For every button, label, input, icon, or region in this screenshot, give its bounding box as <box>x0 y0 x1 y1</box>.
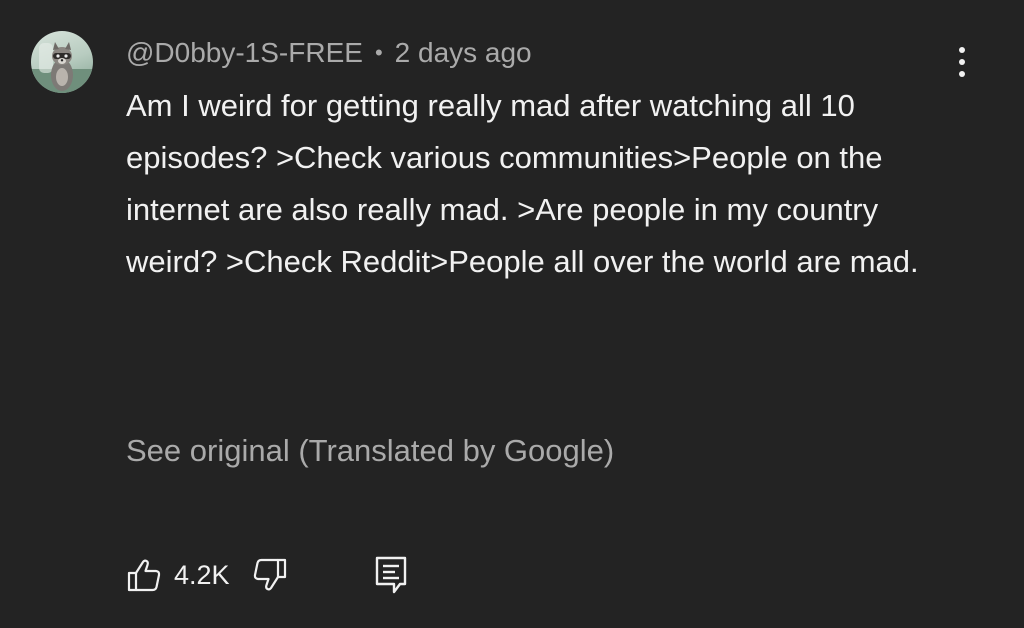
timestamp: 2 days ago <box>394 37 532 68</box>
thumbs-down-icon <box>253 558 286 591</box>
comment-text: Am I weird for getting really mad after … <box>126 88 919 279</box>
reply-icon <box>375 556 406 594</box>
see-original-link[interactable]: See original (Translated by Google) <box>126 428 614 474</box>
avatar[interactable] <box>31 31 93 93</box>
comment-header: @D0bby-1S-FREE • 2 days ago <box>126 35 532 71</box>
like-count: 4.2K <box>174 559 230 590</box>
author-name[interactable]: @D0bby-1S-FREE <box>126 37 363 69</box>
like-button[interactable]: 4.2K <box>126 557 252 593</box>
menu-dot <box>959 47 965 53</box>
dislike-button[interactable] <box>252 557 288 593</box>
menu-dot <box>959 59 965 65</box>
comment-card: @D0bby-1S-FREE • 2 days ago Am I weird f… <box>0 0 1024 628</box>
reply-button[interactable] <box>374 555 408 595</box>
separator-dot: • <box>374 40 383 65</box>
raccoon-avatar-icon <box>31 42 93 93</box>
menu-dot <box>959 71 965 77</box>
comment-actions: 4.2K <box>126 552 408 598</box>
more-vertical-icon[interactable] <box>944 44 980 80</box>
thumbs-up-icon <box>127 559 161 592</box>
